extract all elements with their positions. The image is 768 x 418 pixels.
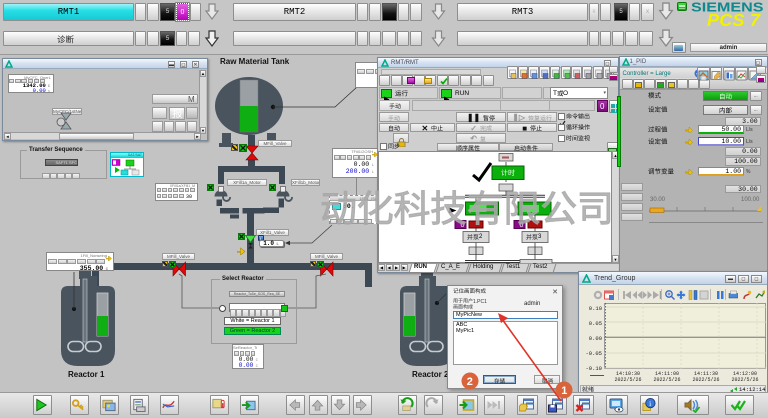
svg-text:1: 1 — [561, 385, 567, 397]
svg-text:2: 2 — [467, 376, 473, 388]
